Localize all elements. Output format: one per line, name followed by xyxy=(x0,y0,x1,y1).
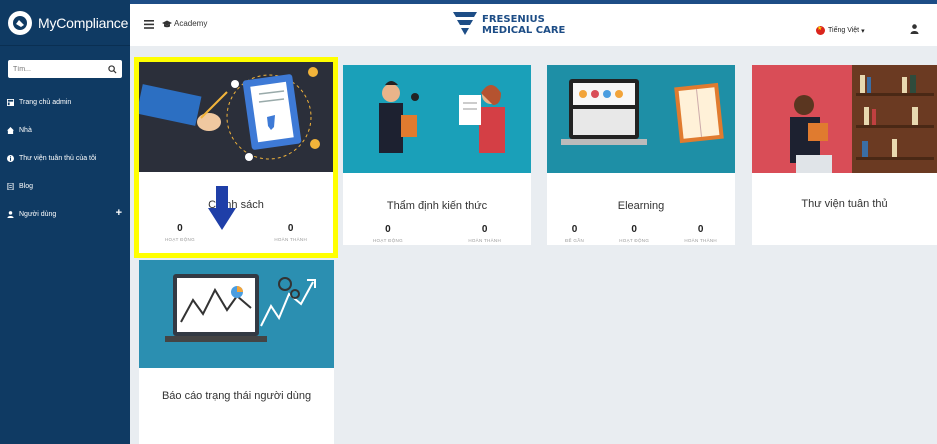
stat-completed: 0 HOÀN THÀNH xyxy=(684,224,717,243)
academy-link[interactable]: Academy xyxy=(162,19,207,28)
elearning-illustration xyxy=(547,65,735,173)
user-icon xyxy=(6,210,15,219)
sidebar: MyCompliance Trang chủ admin Nhà Thư việ… xyxy=(0,0,130,444)
card-title: Thẩm định kiến thức xyxy=(386,200,488,212)
mycompliance-logo-icon xyxy=(8,10,32,35)
vietnam-flag-icon xyxy=(816,25,825,35)
sidebar-item-label: Thư viện tuân thủ của tôi xyxy=(19,154,97,162)
sidebar-item-label: Nhà xyxy=(19,126,32,134)
stat-label: HOÀN THÀNH xyxy=(274,237,307,242)
expand-plus-icon[interactable]: + xyxy=(116,208,122,219)
card-elearning[interactable]: Elearning 0 ĐẾ GẦN 0 HOẠT ĐỘNG 0 HOÀN TH… xyxy=(547,65,735,245)
stat-upcoming: 0 ĐẾ GẦN xyxy=(565,224,584,243)
graduation-cap-icon xyxy=(162,20,172,27)
card-stats: 0 HOẠT ĐỘNG 0 HOÀN THÀNH xyxy=(139,223,333,242)
stat-label: HOẠT ĐỘNG xyxy=(373,238,403,243)
logo-line-2: MEDICAL CARE xyxy=(482,25,566,36)
stat-label: HOÀN THÀNH xyxy=(468,238,501,243)
stat-value: 0 xyxy=(571,224,578,235)
sidebar-item-label: Blog xyxy=(19,182,34,190)
stat-value: 0 xyxy=(385,224,391,235)
stat-label: HOẠT ĐỘNG xyxy=(165,237,195,242)
card-policies[interactable]: Chính sách 0 HOẠT ĐỘNG 0 HOÀN THÀNH xyxy=(134,57,338,258)
card-title: Báo cáo trạng thái người dùng xyxy=(161,390,312,402)
card-stats: 0 ĐẾ GẦN 0 HOẠT ĐỘNG 0 HOÀN THÀNH xyxy=(547,224,735,243)
arrow-down-icon xyxy=(208,186,236,230)
assessment-illustration xyxy=(343,65,531,173)
stat-value: 0 xyxy=(287,223,294,234)
card-stats: 0 HOẠT ĐỘNG 0 HOÀN THÀNH xyxy=(343,224,531,243)
search-input[interactable] xyxy=(13,65,108,73)
card-user-status-report[interactable]: Báo cáo trạng thái người dùng xyxy=(139,260,334,444)
sidebar-item-my-library[interactable]: Thư viện tuân thủ của tôi xyxy=(0,144,130,172)
stat-label: HOÀN THÀNH xyxy=(684,238,717,243)
top-bar: Academy FRESENIUS MEDICAL CARE Tiếng Việ… xyxy=(130,0,937,46)
card-compliance-library[interactable]: Thư viện tuân thủ xyxy=(752,65,937,245)
brand-title: MyCompliance xyxy=(38,14,129,31)
sidebar-item-label: Trang chủ admin xyxy=(19,98,72,106)
sidebar-item-users[interactable]: Người dùng + xyxy=(0,200,130,228)
sidebar-menu: Trang chủ admin Nhà Thư viện tuân thủ củ… xyxy=(0,88,130,228)
sidebar-item-label: Người dùng xyxy=(19,210,57,218)
library-illustration xyxy=(752,65,937,173)
logo-line-1: FRESENIUS xyxy=(482,14,545,25)
info-icon xyxy=(6,154,15,163)
sidebar-brand[interactable]: MyCompliance xyxy=(0,0,130,46)
stat-value: 0 xyxy=(697,224,704,235)
card-knowledge-assessment[interactable]: Thẩm định kiến thức 0 HOẠT ĐỘNG 0 HOÀN T… xyxy=(343,65,531,245)
language-label: Tiếng Việt xyxy=(828,27,860,34)
chevron-down-icon: ▾ xyxy=(861,27,865,35)
language-selector[interactable]: Tiếng Việt ▾ xyxy=(816,25,865,35)
card-title: Chính sách xyxy=(208,199,264,211)
academy-label: Academy xyxy=(174,19,208,28)
policy-illustration xyxy=(139,62,333,172)
stat-value: 0 xyxy=(177,223,183,234)
search-box[interactable] xyxy=(8,60,122,78)
home-icon xyxy=(6,126,15,135)
dashboard-icon xyxy=(6,98,15,107)
user-profile-icon[interactable] xyxy=(910,24,919,34)
stat-value: 0 xyxy=(481,224,488,235)
fresenius-logo: FRESENIUS MEDICAL CARE xyxy=(452,10,565,40)
menu-toggle-icon[interactable] xyxy=(144,20,154,29)
stat-value: 0 xyxy=(631,224,637,235)
fresenius-logo-icon xyxy=(453,12,477,35)
stat-completed: 0 HOÀN THÀNH xyxy=(468,224,501,243)
stat-active: 0 HOẠT ĐỘNG xyxy=(165,223,195,242)
stat-completed: 0 HOÀN THÀNH xyxy=(274,223,307,242)
report-illustration xyxy=(139,260,334,368)
card-title: Thư viện tuân thủ xyxy=(801,198,888,210)
stat-label: ĐẾ GẦN xyxy=(565,238,585,243)
sidebar-item-home[interactable]: Nhà xyxy=(0,116,130,144)
stat-label: HOẠT ĐỘNG xyxy=(619,238,650,243)
document-icon xyxy=(6,182,15,191)
sidebar-item-admin-home[interactable]: Trang chủ admin xyxy=(0,88,130,116)
stat-active: 0 HOẠT ĐỘNG xyxy=(373,224,403,243)
card-title: Elearning xyxy=(617,200,665,212)
stat-active: 0 HOẠT ĐỘNG xyxy=(619,224,649,243)
sidebar-item-blog[interactable]: Blog xyxy=(0,172,130,200)
search-icon[interactable] xyxy=(108,64,117,74)
